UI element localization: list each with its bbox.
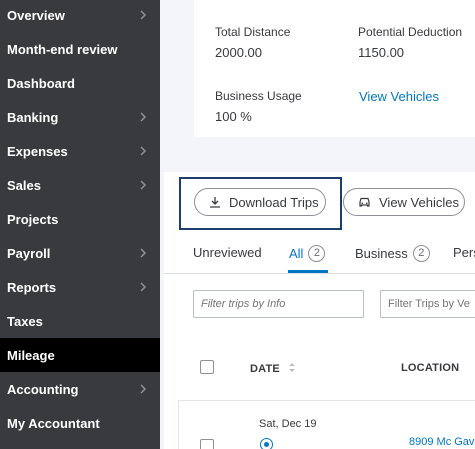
sidebar-item-accounting[interactable]: Accounting xyxy=(0,372,160,406)
filter-trips-info-input[interactable] xyxy=(193,290,364,318)
tabs-divider xyxy=(164,273,475,274)
chevron-right-icon xyxy=(140,384,147,394)
download-icon xyxy=(210,197,220,208)
sidebar-item-label: Month-end review xyxy=(7,41,118,57)
sidebar-item-sales[interactable]: Sales xyxy=(0,168,160,202)
trip-date: Sat, Dec 19 xyxy=(259,418,317,430)
main-content: Total Distance 2000.00 Potential Deducti… xyxy=(160,0,475,449)
sidebar-item-label: Mileage xyxy=(7,347,55,363)
sidebar-item-label: Reports xyxy=(7,279,57,295)
sidebar-item-label: Accounting xyxy=(7,381,79,397)
sidebar-item-label: Banking xyxy=(7,109,59,125)
tab-business[interactable]: Business 2 xyxy=(355,245,430,262)
column-header-label: DATE xyxy=(250,363,280,375)
column-header-date[interactable]: DATE xyxy=(250,362,296,375)
sidebar-item-reports[interactable]: Reports xyxy=(0,270,160,304)
tab-all[interactable]: All 2 xyxy=(289,245,326,262)
tab-label: Business xyxy=(355,246,408,261)
sidebar-item-payroll[interactable]: Payroll xyxy=(0,236,160,270)
sidebar-item-banking[interactable]: Banking xyxy=(0,100,160,134)
potential-deduction-value: 1150.00 xyxy=(358,45,405,60)
chevron-right-icon xyxy=(140,282,147,292)
download-trips-label: Download Trips xyxy=(229,194,319,210)
chevron-right-icon xyxy=(140,146,147,156)
view-vehicles-button[interactable]: View Vehicles xyxy=(343,188,465,216)
sidebar-item-label: Sales xyxy=(7,177,41,193)
column-header-location[interactable]: LOCATION xyxy=(401,362,459,374)
download-trips-button[interactable]: Download Trips xyxy=(194,188,326,216)
mileage-summary-card: Total Distance 2000.00 Potential Deducti… xyxy=(194,0,475,137)
sidebar-item-label: Projects xyxy=(7,211,59,227)
filter-trips-vehicle-input[interactable] xyxy=(380,290,475,318)
sidebar-item-label: Expenses xyxy=(7,143,68,159)
potential-deduction-label: Potential Deduction xyxy=(358,25,463,39)
tab-label: All xyxy=(289,246,304,261)
business-usage-label: Business Usage xyxy=(215,89,302,103)
sort-icon xyxy=(289,363,296,372)
sidebar-nav: Overview Month-end review Dashboard Bank… xyxy=(0,0,160,449)
tab-count-badge: 2 xyxy=(412,245,430,262)
sidebar-item-label: Overview xyxy=(7,7,65,23)
trip-row-checkbox[interactable] xyxy=(200,439,214,449)
select-all-checkbox[interactable] xyxy=(200,360,214,374)
business-usage-value: 100 % xyxy=(215,109,252,124)
chevron-right-icon xyxy=(140,112,147,122)
tab-unreviewed[interactable]: Unreviewed xyxy=(193,245,262,260)
tab-personal[interactable]: Pers xyxy=(453,245,475,260)
sidebar-item-expenses[interactable]: Expenses xyxy=(0,134,160,168)
sidebar-item-overview[interactable]: Overview xyxy=(0,0,160,32)
view-vehicles-button-label: View Vehicles xyxy=(379,194,459,210)
app-root: Overview Month-end review Dashboard Bank… xyxy=(0,0,475,449)
total-distance-value: 2000.00 xyxy=(215,45,262,60)
trip-location-link[interactable]: 8909 Mc Gav xyxy=(409,436,474,448)
sidebar-item-label: Payroll xyxy=(7,245,51,261)
sidebar-item-projects[interactable]: Projects xyxy=(0,202,160,236)
chevron-right-icon xyxy=(140,248,147,258)
tab-label: Pers xyxy=(453,245,475,260)
sidebar-item-label: Taxes xyxy=(7,313,43,329)
tab-label: Unreviewed xyxy=(193,245,262,260)
sidebar-item-label: Dashboard xyxy=(7,75,75,91)
sidebar-item-month-end-review[interactable]: Month-end review xyxy=(0,32,160,66)
total-distance-label: Total Distance xyxy=(215,25,291,39)
view-vehicles-link[interactable]: View Vehicles xyxy=(359,89,439,104)
sidebar-item-mileage[interactable]: Mileage xyxy=(0,338,160,372)
tab-count-badge: 2 xyxy=(308,245,326,262)
sidebar-item-my-accountant[interactable]: My Accountant xyxy=(0,406,160,440)
chevron-right-icon xyxy=(140,180,147,190)
sidebar-item-label: My Accountant xyxy=(7,415,100,431)
sidebar-item-dashboard[interactable]: Dashboard xyxy=(0,66,160,100)
car-icon xyxy=(359,197,370,207)
sidebar-item-taxes[interactable]: Taxes xyxy=(0,304,160,338)
chevron-right-icon xyxy=(140,10,147,20)
trip-radio-marker[interactable] xyxy=(260,438,273,449)
